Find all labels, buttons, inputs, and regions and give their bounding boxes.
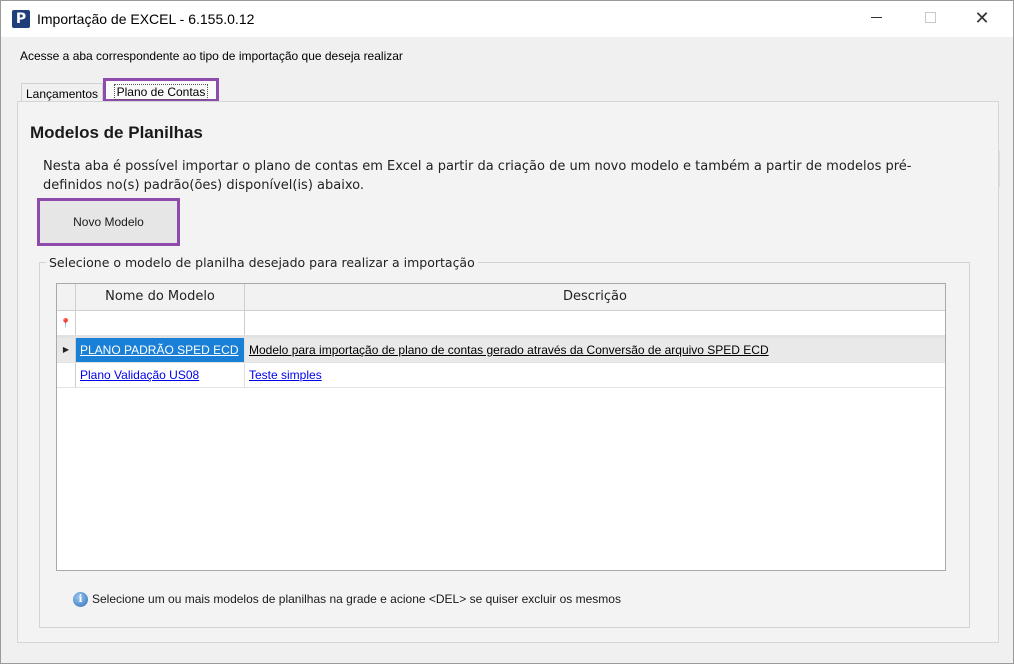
- row-indicator: [57, 363, 76, 387]
- filter-pin-icon: 📍: [57, 311, 76, 335]
- new-model-button[interactable]: Novo Modelo: [37, 198, 180, 246]
- table-row[interactable]: Plano Validação US08 Teste simples: [57, 363, 945, 388]
- instruction-text: Acesse a aba correspondente ao tipo de i…: [20, 49, 403, 63]
- table-row[interactable]: ▶ PLANO PADRÃO SPED ECD Modelo para impo…: [57, 338, 945, 363]
- minimize-button[interactable]: [853, 1, 899, 37]
- close-button[interactable]: ✕: [959, 1, 1005, 37]
- close-icon: ✕: [974, 8, 990, 28]
- section-description: Nesta aba é possível importar o plano de…: [43, 159, 912, 193]
- row-pointer-icon: ▶: [57, 338, 76, 362]
- minimize-icon: [870, 17, 882, 19]
- group-label: Selecione o modelo de planilha desejado …: [46, 255, 478, 270]
- grid-header: Nome do Modelo Descrição: [57, 284, 945, 311]
- filter-cell-nome[interactable]: [76, 311, 245, 335]
- info-hint: i Selecione um ou mais modelos de planilh…: [73, 592, 621, 608]
- info-icon: i: [73, 592, 88, 608]
- tab-lancamentos[interactable]: Lançamentos: [21, 83, 103, 103]
- cell-nome[interactable]: Plano Validação US08: [76, 363, 245, 387]
- models-grid[interactable]: Nome do Modelo Descrição 📍 ▶ PLANO PADRÃ…: [56, 283, 946, 571]
- cell-nome[interactable]: PLANO PADRÃO SPED ECD: [76, 338, 245, 362]
- cell-descricao[interactable]: Teste simples: [245, 363, 945, 387]
- app-logo-icon: P: [12, 10, 30, 28]
- section-title: Modelos de Planilhas: [30, 123, 203, 142]
- model-description-link[interactable]: Modelo para importação de plano de conta…: [249, 343, 769, 357]
- window-title: Importação de EXCEL - 6.155.0.12: [37, 11, 255, 27]
- column-header-descricao[interactable]: Descrição: [245, 284, 945, 310]
- model-name-link[interactable]: PLANO PADRÃO SPED ECD: [80, 343, 238, 357]
- row-indicator-header: [57, 284, 76, 310]
- model-name-link[interactable]: Plano Validação US08: [80, 368, 199, 382]
- import-window: P Importação de EXCEL - 6.155.0.12 ✕ Ace…: [0, 0, 1014, 664]
- maximize-button[interactable]: [907, 1, 953, 37]
- tab-plano-de-contas[interactable]: Plano de Contas: [103, 78, 219, 102]
- maximize-icon: [924, 12, 936, 24]
- scrollbar[interactable]: [999, 151, 1012, 187]
- cell-descricao[interactable]: Modelo para importação de plano de conta…: [245, 338, 945, 362]
- tab-plano-de-contas-label: Plano de Contas: [113, 84, 209, 100]
- info-text: Selecione um ou mais modelos de planilha…: [92, 592, 621, 606]
- column-header-nome[interactable]: Nome do Modelo: [76, 284, 245, 310]
- title-bar: P Importação de EXCEL - 6.155.0.12 ✕: [1, 1, 1013, 37]
- model-description-link[interactable]: Teste simples: [249, 368, 322, 382]
- grid-filter-row: 📍: [57, 311, 945, 336]
